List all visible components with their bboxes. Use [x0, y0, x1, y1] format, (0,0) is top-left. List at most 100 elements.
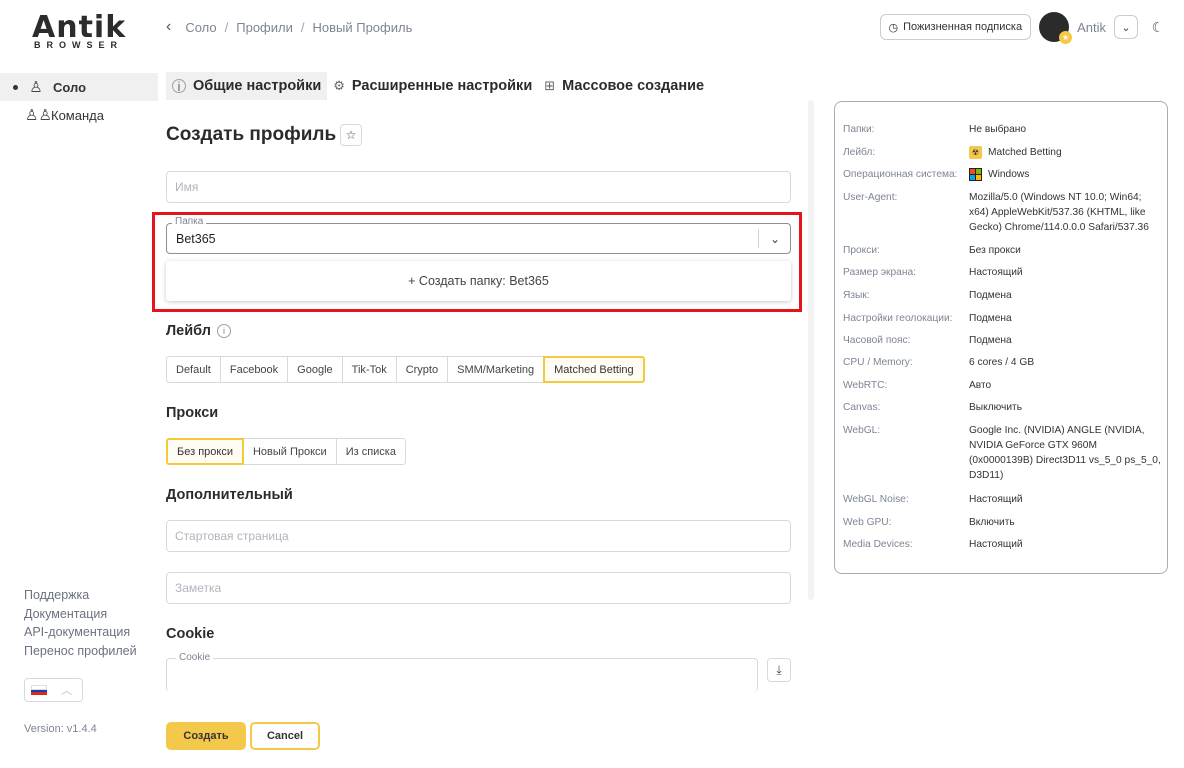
extra-section-title: Дополнительный — [166, 487, 293, 503]
label-selector: Default Facebook Google Tik-Tok Crypto S… — [166, 356, 645, 383]
users-icon: ♙♙ — [25, 107, 52, 124]
back-chevron-icon[interactable]: ‹ — [166, 18, 171, 36]
tab-label: Общие настройки — [193, 78, 322, 94]
summary-row-webgpu: Web GPU: Включить — [843, 515, 1163, 530]
summary-value: Не выбрано — [969, 124, 1027, 135]
breadcrumb-item[interactable]: Соло — [185, 20, 216, 35]
folder-select[interactable]: Bet365 — [166, 223, 791, 254]
summary-key: Размер экрана: — [843, 267, 916, 278]
api-docs-link[interactable]: API-документация — [24, 623, 137, 642]
summary-value: Без прокси — [969, 245, 1021, 256]
summary-value: Настоящий — [969, 494, 1023, 505]
theme-toggle-button[interactable]: ☾ — [1146, 15, 1170, 39]
folder-label: Папка — [172, 216, 207, 227]
clock-icon: ◷ — [888, 21, 899, 34]
proxy-selector: Без прокси Новый Прокси Из списка — [166, 438, 406, 465]
gear-icon: ⚙ — [333, 78, 345, 93]
tab-advanced[interactable]: ⚙ Расширенные настройки — [327, 72, 538, 100]
cancel-button[interactable]: Cancel — [250, 722, 320, 750]
summary-row-language: Язык: Подмена — [843, 288, 1163, 303]
label-title: Лейбл — [166, 323, 211, 339]
label-option-default[interactable]: Default — [166, 356, 221, 383]
star-icon: ☆ — [345, 128, 357, 142]
breadcrumb: ‹ Соло / Профили / Новый Профиль — [166, 18, 412, 36]
breadcrumb-item: Новый Профиль — [312, 19, 413, 35]
import-cookie-button[interactable]: ⤓ — [767, 658, 791, 682]
user-menu-button[interactable]: ⌄ — [1114, 15, 1138, 39]
scrollbar[interactable] — [808, 100, 814, 600]
subscription-button[interactable]: ◷ Пожизненная подписка — [879, 14, 1032, 40]
russian-flag-icon — [31, 685, 47, 696]
summary-value: Включить — [969, 517, 1015, 528]
summary-key: Media Devices: — [843, 539, 913, 550]
info-icon: i — [172, 79, 186, 94]
sidebar-item-label: Команда — [51, 107, 104, 123]
cookie-textarea[interactable] — [166, 658, 758, 692]
page-title: Создать профиль — [166, 124, 337, 145]
folder-dropdown-toggle[interactable]: ⌄ — [762, 229, 788, 248]
summary-key: Canvas: — [843, 402, 881, 413]
avatar[interactable]: ★ — [1039, 12, 1073, 44]
summary-row-webrtc: WebRTC: Авто — [843, 378, 1163, 393]
summary-row-os: Операционная система: Windows — [843, 167, 1163, 182]
version-label: Version: v1.4.4 — [24, 723, 97, 735]
label-option-tiktok[interactable]: Tik-Tok — [341, 356, 397, 383]
summary-key: WebRTC: — [843, 380, 888, 391]
create-folder-option-label: + Создать папку: Bet365 — [408, 274, 549, 288]
divider — [758, 229, 759, 248]
transfer-profiles-link[interactable]: Перенос профилей — [24, 642, 137, 661]
cookie-label: Cookie — [176, 652, 214, 663]
info-icon[interactable]: i — [216, 324, 231, 338]
sidebar-links: Поддержка Документация API-документация … — [24, 586, 137, 660]
label-option-google[interactable]: Google — [287, 356, 343, 383]
label-option-matched-betting[interactable]: Matched Betting — [543, 356, 645, 383]
user-name[interactable]: Antik — [1077, 20, 1106, 35]
summary-key: Операционная система: — [843, 169, 958, 180]
windows-icon — [969, 168, 982, 181]
summary-key: WebGL: — [843, 425, 881, 436]
docs-link[interactable]: Документация — [24, 605, 137, 624]
tab-general[interactable]: i Общие настройки — [166, 72, 328, 100]
breadcrumb-separator: / — [224, 19, 229, 35]
start-page-input[interactable]: Стартовая страница — [166, 520, 791, 552]
create-folder-option[interactable]: + Создать папку: Bet365 — [166, 261, 791, 301]
sidebar-item-solo[interactable]: ♙ Соло — [0, 73, 158, 101]
summary-value: Windows — [988, 169, 1030, 180]
breadcrumb-item[interactable]: Профили — [236, 20, 293, 35]
support-link[interactable]: Поддержка — [24, 586, 137, 605]
summary-row-folders: Папки: Не выбрано — [843, 122, 1163, 137]
summary-value: Настоящий — [969, 539, 1023, 550]
user-icon: ♙ — [29, 79, 43, 96]
download-icon: ⤓ — [776, 662, 782, 677]
summary-row-timezone: Часовой пояс: Подмена — [843, 333, 1163, 348]
summary-value: Подмена — [969, 290, 1012, 301]
proxy-option-none[interactable]: Без прокси — [166, 438, 244, 465]
summary-row-geolocation: Настройки геолокации: Подмена — [843, 311, 1163, 326]
proxy-option-list[interactable]: Из списка — [335, 438, 406, 465]
label-option-smm[interactable]: SMM/Marketing — [447, 356, 545, 383]
moon-icon: ☾ — [1151, 18, 1165, 35]
note-input[interactable]: Заметка — [166, 572, 791, 604]
sidebar-item-team[interactable]: ♙♙ Команда — [0, 101, 158, 129]
proxy-option-new[interactable]: Новый Прокси — [242, 438, 337, 465]
summary-value: Выключить — [969, 402, 1023, 413]
subscription-label: Пожизненная подписка — [903, 21, 1023, 33]
favorite-button[interactable]: ☆ — [340, 124, 362, 146]
tab-bulk-create[interactable]: ⊞ Массовое создание — [538, 72, 710, 100]
summary-row-webgl-noise: WebGL Noise: Настоящий — [843, 492, 1163, 507]
summary-row-label: Лейбл: ☢ Matched Betting — [843, 145, 1163, 160]
summary-row-canvas: Canvas: Выключить — [843, 400, 1163, 415]
breadcrumb-separator: / — [300, 19, 305, 35]
label-option-facebook[interactable]: Facebook — [219, 356, 289, 383]
language-selector[interactable]: ︿ — [24, 678, 83, 702]
summary-key: Настройки геолокации: — [843, 313, 953, 324]
summary-key: Прокси: — [843, 245, 880, 256]
tab-label: Расширенные настройки — [351, 78, 533, 94]
label-option-crypto[interactable]: Crypto — [395, 356, 449, 383]
create-button[interactable]: Создать — [166, 722, 246, 750]
chevron-up-icon: ︿ — [61, 685, 72, 697]
chevron-down-icon: ⌄ — [1121, 21, 1131, 34]
summary-key: Папки: — [843, 124, 875, 135]
name-input[interactable]: Имя — [166, 171, 791, 203]
name-placeholder: Имя — [175, 180, 199, 194]
